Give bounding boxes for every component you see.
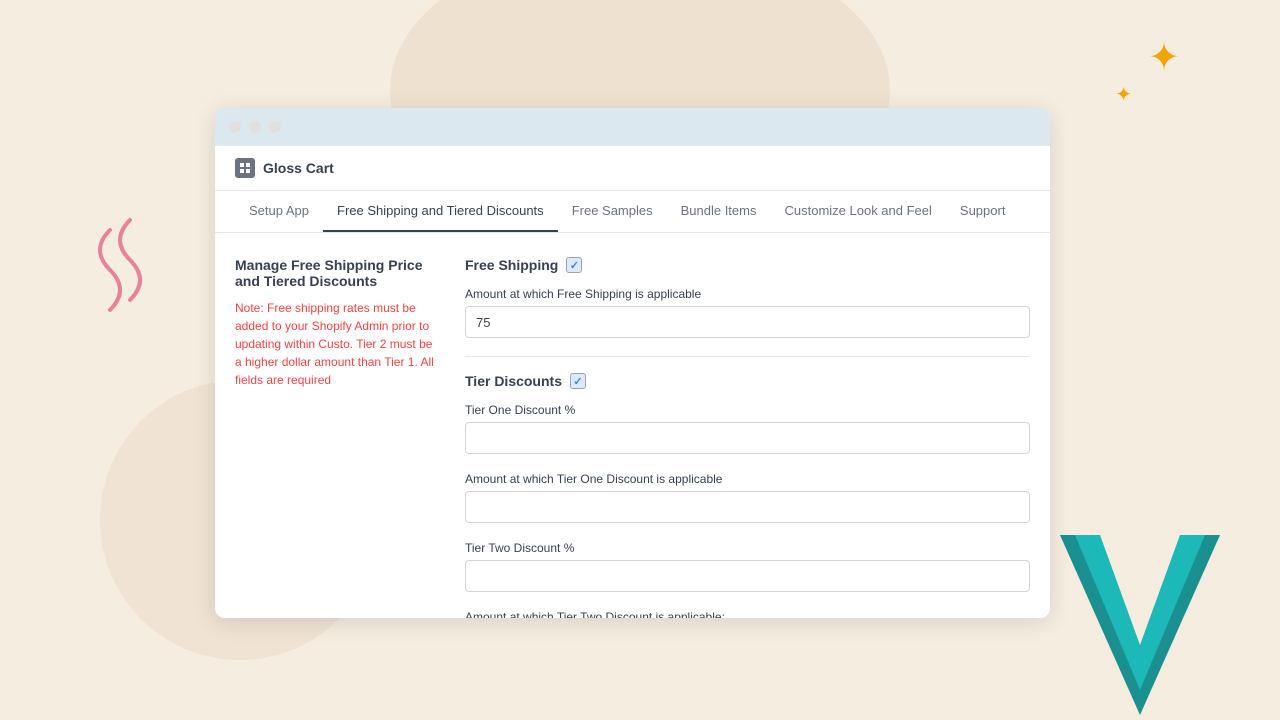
tier-two-discount-input[interactable]	[465, 560, 1030, 592]
free-shipping-header: Free Shipping	[465, 257, 1030, 273]
section-title: Manage Free Shipping Price and Tiered Di…	[235, 257, 435, 289]
tier-two-amount-label: Amount at which Tier Two Discount is app…	[465, 610, 1030, 618]
free-shipping-amount-label: Amount at which Free Shipping is applica…	[465, 287, 1030, 301]
free-shipping-amount-input[interactable]	[465, 306, 1030, 338]
left-panel: Manage Free Shipping Price and Tiered Di…	[235, 257, 435, 618]
tier-discounts-label: Tier Discounts	[465, 373, 562, 389]
browser-window: Gloss Cart Setup App Free Shipping and T…	[215, 108, 1050, 618]
main-content: Manage Free Shipping Price and Tiered Di…	[215, 233, 1050, 618]
star-small-icon: ✦	[1115, 82, 1132, 107]
traffic-light-1	[229, 121, 241, 133]
app-logo-icon	[235, 158, 255, 178]
tier-discounts-header: Tier Discounts	[465, 373, 1030, 389]
tier-one-amount-label: Amount at which Tier One Discount is app…	[465, 472, 1030, 486]
tier-two-amount-group: Amount at which Tier Two Discount is app…	[465, 610, 1030, 618]
free-shipping-label: Free Shipping	[465, 257, 558, 273]
tier-one-discount-label: Tier One Discount %	[465, 403, 1030, 417]
browser-content: Gloss Cart Setup App Free Shipping and T…	[215, 146, 1050, 618]
traffic-light-3	[269, 121, 281, 133]
free-shipping-amount-group: Amount at which Free Shipping is applica…	[465, 287, 1030, 338]
nav-tabs: Setup App Free Shipping and Tiered Disco…	[215, 191, 1050, 233]
star-large-icon: ✦	[1148, 35, 1180, 80]
tab-customize[interactable]: Customize Look and Feel	[770, 191, 945, 232]
tier-one-amount-group: Amount at which Tier One Discount is app…	[465, 472, 1030, 523]
divider-1	[465, 356, 1030, 357]
tier-one-discount-group: Tier One Discount %	[465, 403, 1030, 454]
tier-two-discount-group: Tier Two Discount %	[465, 541, 1030, 592]
traffic-light-2	[249, 121, 261, 133]
teal-v-decoration	[1060, 535, 1220, 720]
app-title: Gloss Cart	[263, 160, 334, 176]
tab-free-samples[interactable]: Free Samples	[558, 191, 667, 232]
free-shipping-checkbox[interactable]	[566, 257, 582, 273]
tier-one-discount-input[interactable]	[465, 422, 1030, 454]
note-text: Note: Free shipping rates must be added …	[235, 299, 435, 389]
tab-support[interactable]: Support	[946, 191, 1020, 232]
tab-setup-app[interactable]: Setup App	[235, 191, 323, 232]
right-panel: Free Shipping Amount at which Free Shipp…	[465, 257, 1030, 618]
tab-bundle-items[interactable]: Bundle Items	[667, 191, 771, 232]
squiggle-decoration	[70, 200, 180, 325]
browser-titlebar	[215, 108, 1050, 146]
tier-discounts-checkbox[interactable]	[570, 373, 586, 389]
tab-free-shipping-tiered[interactable]: Free Shipping and Tiered Discounts	[323, 191, 558, 232]
tier-one-amount-input[interactable]	[465, 491, 1030, 523]
app-header: Gloss Cart	[215, 146, 1050, 191]
tier-two-discount-label: Tier Two Discount %	[465, 541, 1030, 555]
